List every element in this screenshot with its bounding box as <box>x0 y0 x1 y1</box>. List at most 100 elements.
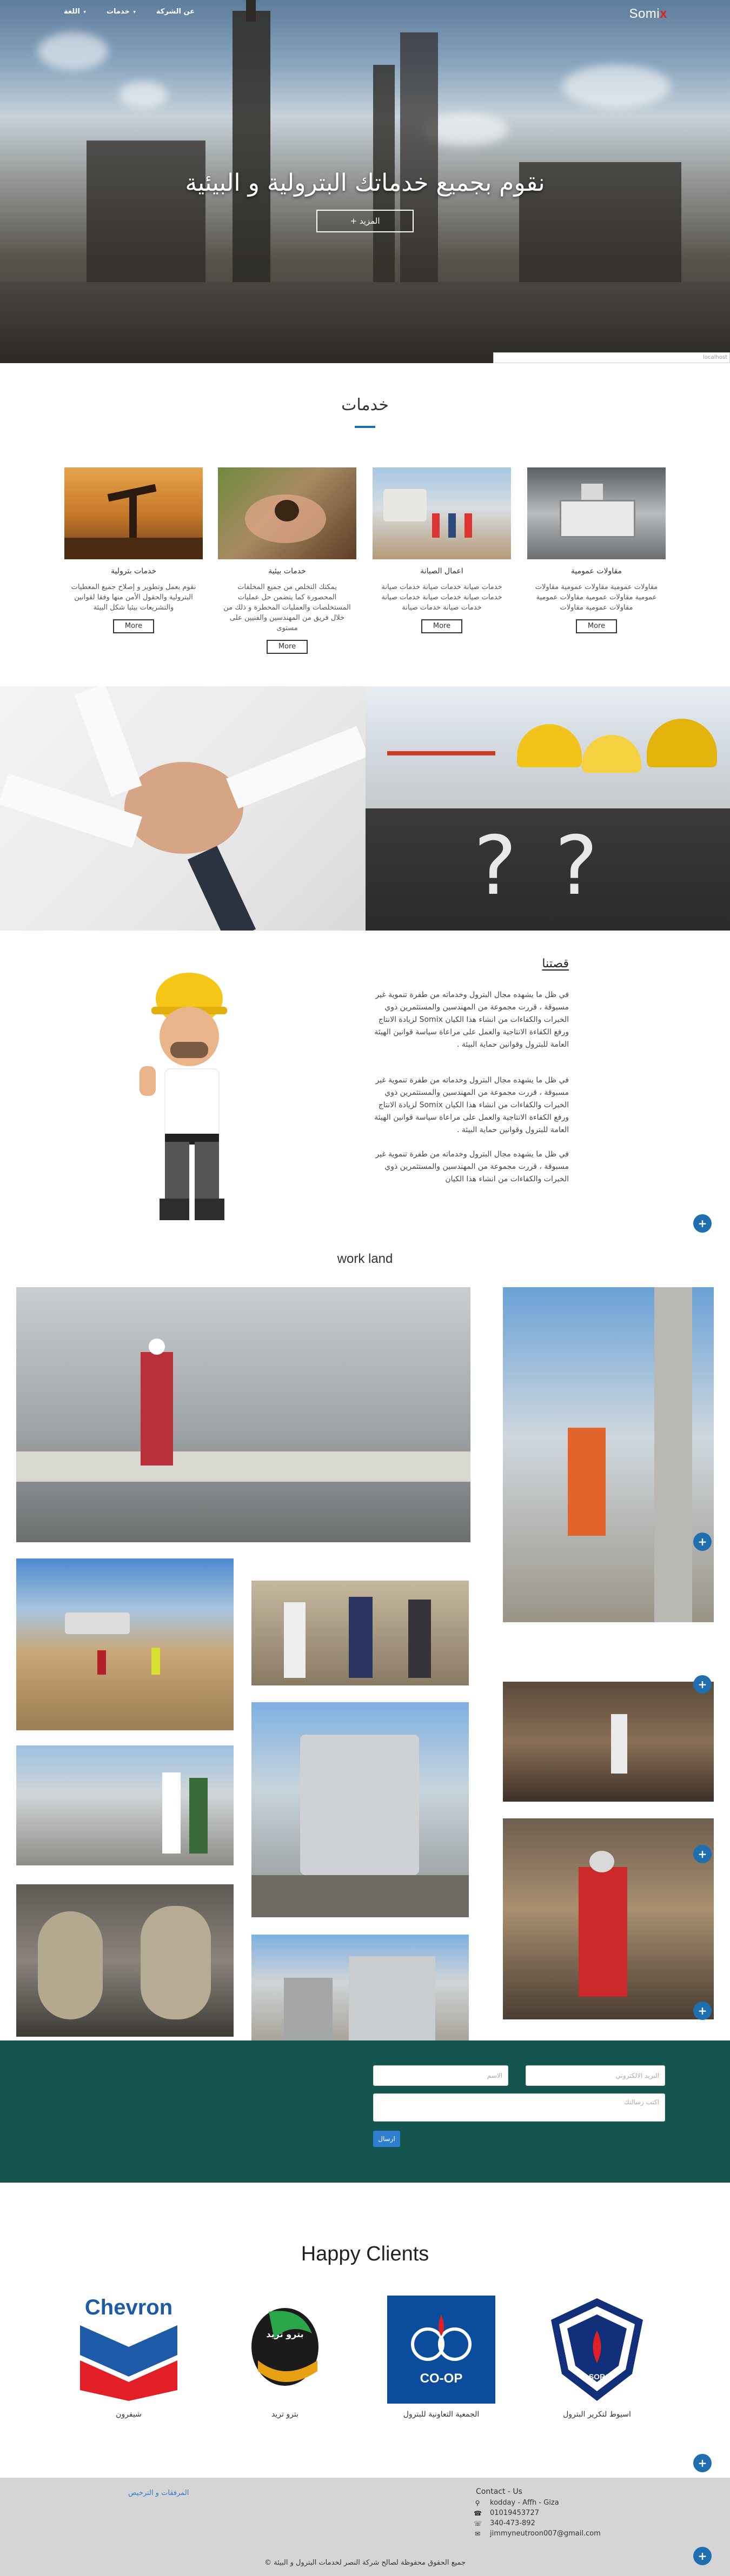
clients-title: Happy Clients <box>301 2243 429 2265</box>
fax-icon: ☏ <box>474 2519 482 2527</box>
service-card: اعمال الصيانة خدمات صيانة خدمات صيانة خد… <box>373 467 511 633</box>
ground-shape <box>64 538 203 559</box>
service-desc: يمكنك التخلص من جميع المخلفات المحصورة ك… <box>223 583 351 632</box>
hard-hats-image <box>366 686 730 808</box>
machine-shape <box>581 484 603 500</box>
submit-button[interactable]: ارسال <box>373 2131 400 2147</box>
email-field[interactable]: البريد الالكتروني <box>526 2065 665 2086</box>
service-more-button[interactable]: More <box>576 619 617 633</box>
service-card: خدمات بيئية يمكنك التخلص من جميع المخلفا… <box>218 467 356 654</box>
plus-icon: + <box>350 216 357 226</box>
tank-shape <box>349 1956 435 2040</box>
envelope-icon: ✉ <box>474 2530 481 2538</box>
work-photo-pipe-worker <box>16 1287 470 1542</box>
work-photo-desert-team <box>16 1558 234 1730</box>
plus-icon[interactable]: + <box>693 2454 712 2472</box>
nav-item-services[interactable]: خدمات ▾ <box>107 8 136 16</box>
cloud-shape <box>562 65 671 108</box>
work-photo-meeting <box>251 1581 469 1685</box>
crane-shape <box>387 751 495 755</box>
coop-logo: CO-OP <box>387 2296 495 2404</box>
hero-more-label: المزيد <box>359 216 380 226</box>
pumpjack-post <box>129 494 137 543</box>
asorc-wordmark: ASORC <box>583 2372 611 2381</box>
sleeve-shape <box>226 726 366 809</box>
hands-shape <box>124 762 243 854</box>
contact-fax-row: ☏ 340-473-892 <box>474 2519 535 2527</box>
contact-address: kodday - Affh - Giza <box>490 2499 559 2507</box>
story-paragraph: في ظل ما يشهده مجال البترول وخدماته من ط… <box>375 1150 569 1183</box>
soil-shape <box>275 500 299 521</box>
work-photo-facility <box>251 1935 469 2040</box>
contact-phone[interactable]: 01019453727 <box>490 2509 539 2517</box>
plus-icon[interactable]: + <box>693 1533 712 1551</box>
nav-menu: اللغة ▾ خدمات ▾ عن الشركة <box>64 8 195 16</box>
worker-shape <box>432 513 440 538</box>
service-name: اعمال الصيانة <box>420 567 463 576</box>
cartoon-engineer <box>119 955 254 1226</box>
person-shape <box>189 1778 208 1854</box>
service-image-oil <box>64 467 203 559</box>
helmet-shape <box>582 735 641 773</box>
plus-icon[interactable]: + <box>693 1214 712 1233</box>
service-more-button[interactable]: More <box>113 619 154 633</box>
contact-title: Contact - Us <box>476 2487 522 2496</box>
service-more-button[interactable]: More <box>421 619 462 633</box>
brand-name: Somi <box>629 6 660 21</box>
chevron-logo: Chevron <box>75 2296 183 2404</box>
client-chevron[interactable]: Chevron شيفرون <box>75 2296 183 2419</box>
hero-more-button[interactable]: + المزيد <box>316 210 414 232</box>
plus-icon[interactable]: + <box>693 1675 712 1694</box>
nav-item-language[interactable]: اللغة ▾ <box>64 8 86 16</box>
title-underline <box>355 426 375 428</box>
person-shape <box>284 1602 306 1678</box>
contact-email-row: ✉ jimmyneutroon007@gmail.com <box>474 2530 601 2538</box>
work-photo-red-coverall <box>503 1818 714 2019</box>
work-photo-tower-worker <box>503 1287 714 1622</box>
hero-banner: نقوم بجميع خدماتك البترولية و البيئية + … <box>0 0 730 363</box>
nav-item-about[interactable]: عن الشركة <box>156 8 195 16</box>
nav-item-label: عن الشركة <box>156 8 195 16</box>
chevron-down-icon: ▾ <box>83 10 86 15</box>
message-field[interactable]: اكتب رسالتك <box>373 2093 665 2122</box>
helmet-shape <box>647 719 717 767</box>
tank-shape <box>654 1287 692 1622</box>
client-name: شيفرون <box>116 2410 142 2419</box>
hero-text-field[interactable]: localhost <box>493 352 730 363</box>
nav-item-label: اللغة <box>64 8 80 16</box>
question-marks-image: ? ? <box>366 808 730 931</box>
contact-email[interactable]: jimmyneutroon007@gmail.com <box>490 2530 601 2538</box>
client-coop[interactable]: CO-OP الجمعية التعاونية للبترول <box>387 2296 495 2419</box>
page: نقوم بجميع خدماتك البترولية و البيئية + … <box>0 0 730 2576</box>
worker-shape <box>97 1650 106 1675</box>
client-petrotrade[interactable]: بترو تريد بترو تريد <box>231 2296 339 2419</box>
service-card: خدمات بترولية نقوم بعمل وتطوير و إصلاح ج… <box>64 467 203 633</box>
hero-title: نقوم بجميع خدماتك البترولية و البيئية <box>185 169 545 197</box>
worker-shape <box>579 1867 627 1997</box>
service-image-maintenance <box>373 467 511 559</box>
brand-logo[interactable]: Somix <box>629 6 667 22</box>
service-more-button[interactable]: More <box>267 640 308 654</box>
tank-shape <box>300 1735 419 1875</box>
plus-icon[interactable]: + <box>693 2002 712 2020</box>
worker-shape <box>141 1352 173 1466</box>
name-field[interactable]: الاسم <box>373 2065 508 2086</box>
plus-icon[interactable]: + <box>693 1845 712 1863</box>
service-image-environment <box>218 467 356 559</box>
client-asorc[interactable]: ASORC اسيوط لتكرير البترول <box>543 2296 651 2419</box>
work-photo-inspection <box>16 1745 234 1865</box>
footer-links[interactable]: المرفقات و الترخيص <box>128 2489 189 2497</box>
service-name: خدمات بيئية <box>268 567 306 576</box>
services-title: خدمات <box>341 396 389 414</box>
ground-shape <box>251 1875 469 1917</box>
sleeve-shape <box>74 686 142 797</box>
worker-shape <box>568 1428 606 1536</box>
cloud-shape <box>38 32 108 70</box>
work-photo-tank-cleaning <box>503 1682 714 1802</box>
service-desc: نقوم بعمل وتطوير و إصلاح جميع المعطيات ا… <box>71 583 196 612</box>
chevron-wordmark: Chevron <box>84 2296 173 2319</box>
brand-accent: x <box>660 6 667 21</box>
service-desc: خدمات صيانة خدمات صيانة خدمات صيانة خدما… <box>381 583 502 612</box>
service-desc: مقاولات عمومية مقاولات عمومية مقاولات عم… <box>535 583 658 612</box>
copyright-icon: © <box>264 2559 271 2567</box>
